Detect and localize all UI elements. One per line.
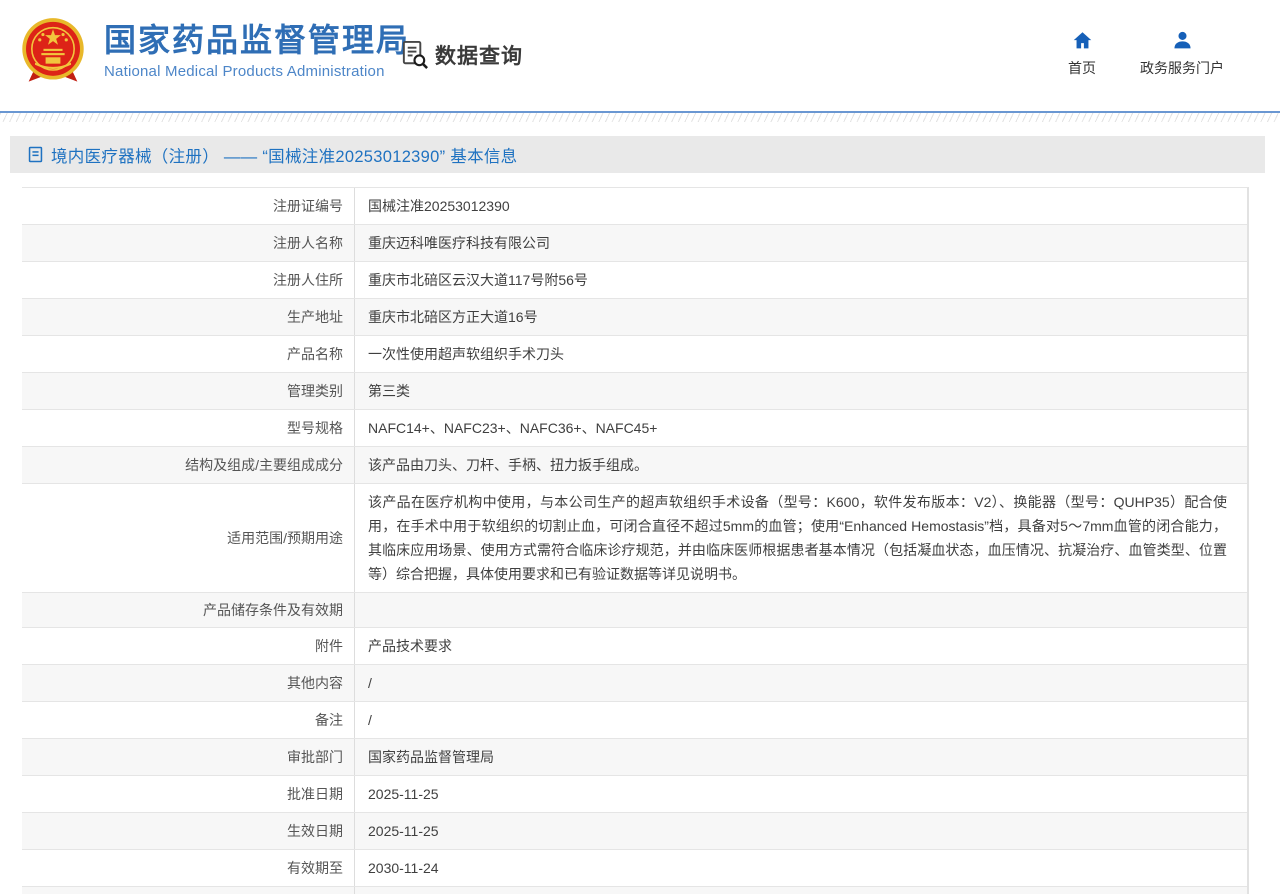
row-value: 第三类 (355, 373, 1247, 409)
table-row: 有效期至2030-11-24 (22, 850, 1247, 887)
row-label: 有效期至 (22, 850, 355, 886)
row-label: 其他内容 (22, 665, 355, 701)
table-row: 产品名称一次性使用超声软组织手术刀头 (22, 336, 1247, 373)
table-row: 批准日期2025-11-25 (22, 776, 1247, 813)
table-row: 附件产品技术要求 (22, 628, 1247, 665)
top-nav: 首页 政务服务门户 (1068, 30, 1224, 78)
row-label: 变更情况 (22, 887, 355, 894)
row-label: 生产地址 (22, 299, 355, 335)
row-value: 重庆市北碚区方正大道16号 (355, 299, 1247, 335)
user-icon (1172, 30, 1193, 51)
table-row: 注册证编号国械注准20253012390 (22, 188, 1247, 225)
row-value: 国械注准20253012390 (355, 188, 1247, 224)
row-value: 产品技术要求 (355, 628, 1247, 664)
national-emblem-logo[interactable] (19, 16, 87, 88)
row-label: 批准日期 (22, 776, 355, 812)
row-label: 产品名称 (22, 336, 355, 372)
data-query-icon (399, 39, 430, 70)
table-row: 注册人名称重庆迈科唯医疗科技有限公司 (22, 225, 1247, 262)
info-table: 注册证编号国械注准20253012390注册人名称重庆迈科唯医疗科技有限公司注册… (22, 187, 1249, 894)
row-value: / (355, 702, 1247, 738)
nav-item-portal[interactable]: 政务服务门户 (1140, 30, 1224, 78)
table-row: 注册人住所重庆市北碚区云汉大道117号附56号 (22, 262, 1247, 299)
table-row: 产品储存条件及有效期 (22, 593, 1247, 628)
data-query-label: 数据查询 (435, 40, 523, 70)
table-row: 其他内容/ (22, 665, 1247, 702)
nav-home-label: 首页 (1068, 58, 1096, 78)
org-name-en: National Medical Products Administration (104, 63, 410, 80)
row-value: 2025-11-25 (355, 813, 1247, 849)
data-query-section: 数据查询 (399, 39, 523, 70)
row-label: 附件 (22, 628, 355, 664)
table-row: 管理类别第三类 (22, 373, 1247, 410)
table-row: 审批部门国家药品监督管理局 (22, 739, 1247, 776)
row-label: 备注 (22, 702, 355, 738)
table-row: 型号规格NAFC14+、NAFC23+、NAFC36+、NAFC45+ (22, 410, 1247, 447)
header-stripe-band (0, 113, 1280, 122)
site-header: 国家药品监督管理局 National Medical Products Admi… (0, 0, 1280, 111)
table-row: 变更情况 (22, 887, 1247, 894)
table-row: 结构及组成/主要组成成分该产品由刀头、刀杆、手柄、扭力扳手组成。 (22, 447, 1247, 484)
emblem-icon (19, 16, 87, 88)
table-row: 备注/ (22, 702, 1247, 739)
org-title-block: 国家药品监督管理局 National Medical Products Admi… (104, 22, 410, 80)
row-value: 2025-11-25 (355, 776, 1247, 812)
nav-portal-label: 政务服务门户 (1140, 58, 1224, 78)
org-name-cn: 国家药品监督管理局 (104, 22, 410, 59)
row-value: 一次性使用超声软组织手术刀头 (355, 336, 1247, 372)
row-value (355, 887, 1247, 894)
row-value: 2030-11-24 (355, 850, 1247, 886)
home-icon (1072, 30, 1093, 51)
table-row: 生产地址重庆市北碚区方正大道16号 (22, 299, 1247, 336)
row-label: 注册人名称 (22, 225, 355, 261)
row-label: 型号规格 (22, 410, 355, 446)
row-value: 该产品在医疗机构中使用，与本公司生产的超声软组织手术设备（型号：K600，软件发… (355, 484, 1247, 592)
row-label: 管理类别 (22, 373, 355, 409)
row-label: 审批部门 (22, 739, 355, 775)
row-label: 生效日期 (22, 813, 355, 849)
row-label: 适用范围/预期用途 (22, 484, 355, 592)
row-value: 重庆迈科唯医疗科技有限公司 (355, 225, 1247, 261)
table-row: 适用范围/预期用途该产品在医疗机构中使用，与本公司生产的超声软组织手术设备（型号… (22, 484, 1247, 593)
table-row: 生效日期2025-11-25 (22, 813, 1247, 850)
row-label: 注册人住所 (22, 262, 355, 298)
row-value: 国家药品监督管理局 (355, 739, 1247, 775)
page-title: 境内医疗器械（注册） —— “国械注准20253012390” 基本信息 (51, 143, 517, 167)
row-label: 注册证编号 (22, 188, 355, 224)
row-label: 结构及组成/主要组成成分 (22, 447, 355, 483)
page: 国家药品监督管理局 National Medical Products Admi… (0, 0, 1280, 894)
row-label: 产品储存条件及有效期 (22, 593, 355, 627)
page-title-bar: 境内医疗器械（注册） —— “国械注准20253012390” 基本信息 (10, 136, 1265, 173)
nav-item-home[interactable]: 首页 (1068, 30, 1096, 78)
document-icon (27, 146, 44, 163)
row-value: 重庆市北碚区云汉大道117号附56号 (355, 262, 1247, 298)
row-value (355, 593, 1247, 627)
row-value: 该产品由刀头、刀杆、手柄、扭力扳手组成。 (355, 447, 1247, 483)
row-value: / (355, 665, 1247, 701)
row-value: NAFC14+、NAFC23+、NAFC36+、NAFC45+ (355, 410, 1247, 446)
